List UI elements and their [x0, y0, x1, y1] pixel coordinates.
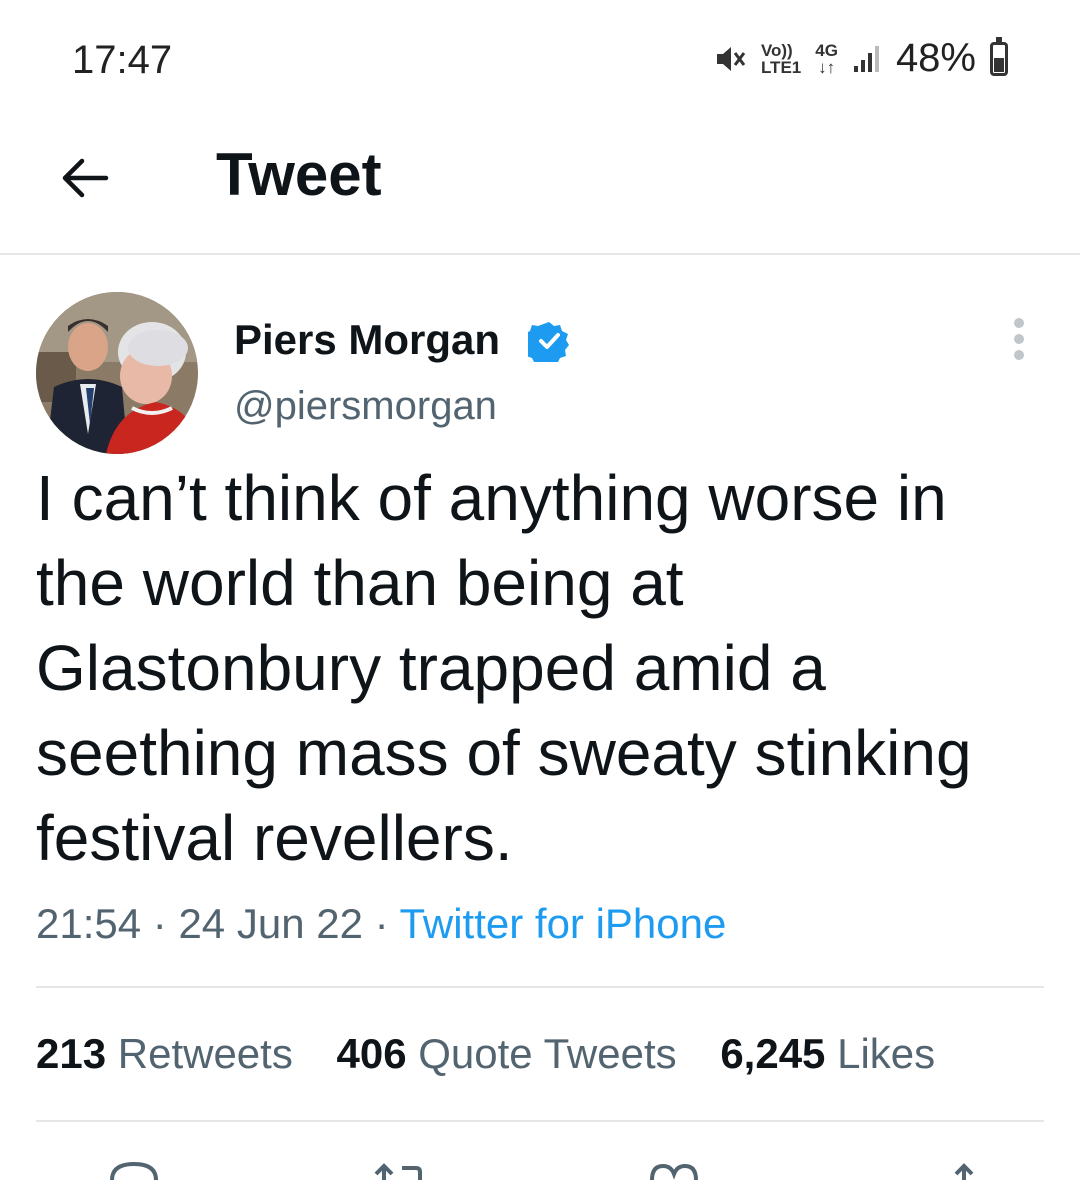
reply-icon[interactable] [106, 1160, 162, 1180]
quotes-label: Quote Tweets [418, 1030, 677, 1077]
retweets-label: Retweets [117, 1030, 293, 1077]
likes-count: 6,245 [720, 1030, 826, 1077]
status-bar: 17:47 Vo)) LTE1 4G ↓↑ 48% [0, 0, 1080, 110]
arrow-left-icon [62, 158, 109, 198]
avatar[interactable] [36, 292, 198, 454]
likes-label: Likes [837, 1030, 936, 1077]
network-arrows: ↓↑ [818, 57, 836, 77]
tweet-actions [0, 1156, 1080, 1180]
volte-top: Vo)) [760, 40, 793, 60]
author-name[interactable]: Piers Morgan [234, 316, 500, 364]
meta-separator: · [152, 900, 167, 947]
likes-stat[interactable]: 6,245 Likes [720, 1030, 935, 1077]
quotes-count: 406 [336, 1030, 407, 1077]
retweets-stat[interactable]: 213 Retweets [36, 1030, 293, 1077]
tweet-time: 21:54 [36, 900, 142, 947]
share-icon[interactable] [944, 1160, 984, 1180]
status-time: 17:47 [72, 38, 173, 82]
more-options-icon[interactable] [1004, 318, 1034, 366]
retweets-count: 213 [36, 1030, 107, 1077]
tweet-text: I can’t think of anything worse in the w… [36, 462, 972, 874]
volte-bottom: LTE1 [760, 57, 802, 77]
page-title: Tweet [216, 141, 382, 208]
network-type: 4G [815, 40, 838, 60]
mute-icon [713, 42, 747, 76]
tweet-stats: 213 Retweets 406 Quote Tweets 6,245 Like… [36, 1030, 967, 1078]
divider [36, 1120, 1044, 1122]
status-icons: Vo)) LTE1 4G ↓↑ 48% [713, 36, 1008, 81]
divider [36, 986, 1044, 988]
volte-indicator: Vo)) LTE1 [761, 42, 801, 76]
tweet-meta: 21:54 · 24 Jun 22 · Twitter for iPhone [36, 900, 726, 948]
battery-percent: 48% [895, 36, 976, 80]
avatar-image [36, 292, 198, 454]
tweet-date: 24 Jun 22 [178, 900, 363, 947]
quote-tweets-stat[interactable]: 406 Quote Tweets [337, 1030, 677, 1077]
back-button[interactable] [56, 148, 116, 208]
author-handle[interactable]: @piersmorgan [234, 384, 497, 429]
battery-icon [990, 36, 1008, 76]
network-indicator: 4G ↓↑ [815, 42, 838, 76]
signal-icon [852, 44, 882, 74]
top-app-bar: Tweet [0, 110, 1080, 255]
tweet-source-link[interactable]: Twitter for iPhone [400, 900, 727, 947]
retweet-icon[interactable] [372, 1160, 428, 1180]
meta-separator: · [374, 900, 389, 947]
verified-badge-icon [523, 320, 570, 365]
like-icon[interactable] [646, 1160, 702, 1180]
battery-fill [994, 58, 1004, 72]
